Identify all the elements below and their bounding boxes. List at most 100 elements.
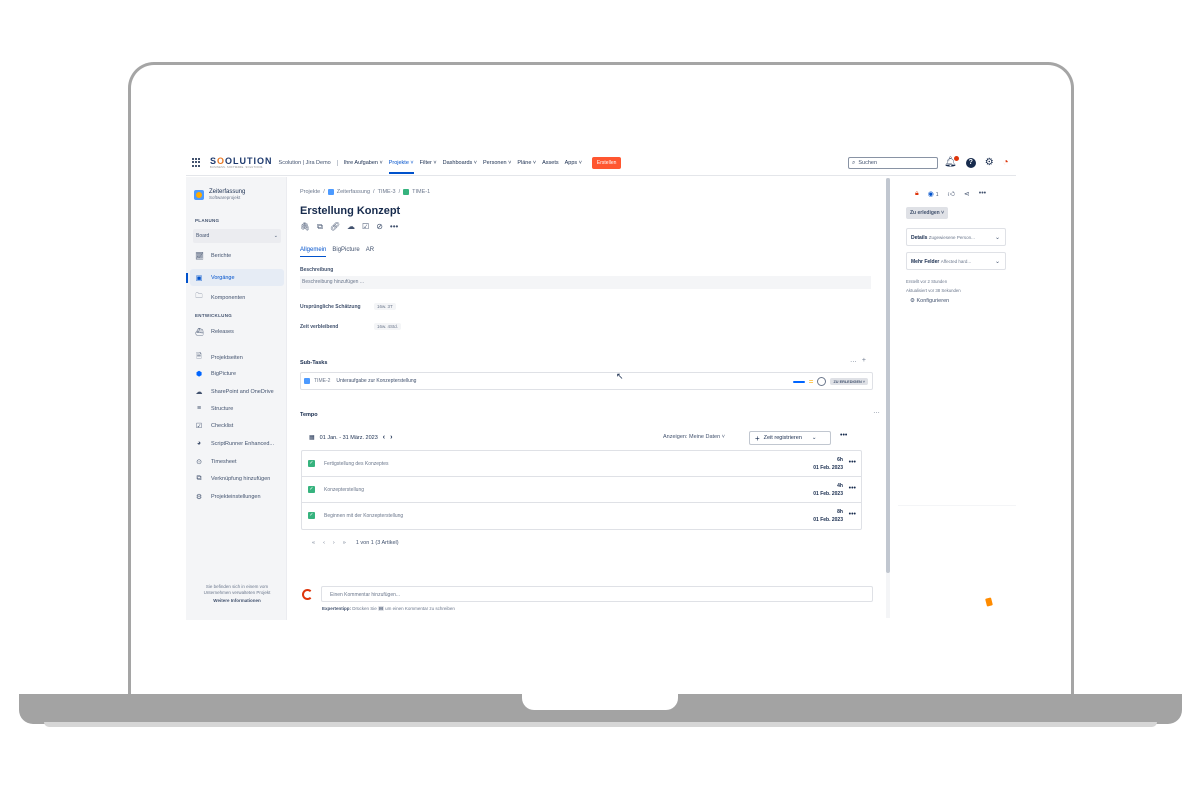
nav-plans[interactable]: Pläne ˅ <box>517 160 536 166</box>
priority-medium-icon: = <box>808 376 814 386</box>
site-name[interactable]: Scolution | Jira Demo <box>279 159 338 166</box>
sidebar-item-issues[interactable]: ▣ Vorgänge <box>195 274 283 282</box>
main-scrollbar[interactable] <box>886 178 890 618</box>
like-icon[interactable]: 👍︎ <box>948 189 955 198</box>
create-button[interactable]: Erstellen <box>591 156 622 169</box>
sidebar-item-releases[interactable]: ⛴︎ Releases <box>195 328 283 336</box>
next-page-icon[interactable]: › <box>333 540 335 546</box>
checklist-icon[interactable]: ☑︎ <box>362 222 369 232</box>
subtask-key[interactable]: TIME-2 <box>314 378 330 384</box>
nav-your-work[interactable]: Ihre Aufgaben ˅ <box>344 160 383 166</box>
log-time-button[interactable]: + Zeit registrieren ⌄ <box>749 431 831 445</box>
lock-icon[interactable]: 🔒︎ <box>915 190 919 198</box>
tab-general[interactable]: Allgemein <box>300 247 327 257</box>
check-icon: ✓ <box>308 460 315 467</box>
search-icon: ⌕ <box>852 159 856 166</box>
first-page-icon[interactable]: « <box>312 540 315 546</box>
notification-bell-icon[interactable]: 🔔︎ <box>944 156 959 168</box>
project-header[interactable]: Zeiterfassung Softwareprojekt <box>194 189 245 200</box>
next-period-icon[interactable]: › <box>390 434 392 441</box>
nav-filters[interactable]: Filter ˅ <box>420 160 437 166</box>
breadcrumb-issue[interactable]: TIME-1 <box>412 189 430 195</box>
sidebar-item-sharepoint[interactable]: ☁︎ SharePoint and OneDrive <box>195 388 283 396</box>
issue-title[interactable]: Erstellung Konzept <box>300 205 400 217</box>
tempo-heading: Tempo <box>300 412 318 418</box>
subtasks-actions[interactable]: …+ <box>850 357 871 364</box>
help-icon[interactable]: ? <box>965 157 976 168</box>
sidebar-item-scriptrunner[interactable]: ◕ ScriptRunner Enhanced... <box>195 440 283 447</box>
worklog-description: Fertigstellung des Konzeptes <box>324 461 389 467</box>
details-panel[interactable]: Details Zugewiesene Person... ⌄ <box>906 228 1006 246</box>
settings-gear-icon[interactable]: ⚙︎ <box>985 157 994 168</box>
status-button[interactable]: Zu erledigen ˅ <box>906 207 949 219</box>
subtask-row[interactable]: TIME-2 Unteraufgabe zur Konzepterstellun… <box>300 372 873 390</box>
breadcrumb-parent[interactable]: TIME-3 <box>378 189 396 195</box>
scrollbar-thumb[interactable] <box>886 178 890 573</box>
brand-logo[interactable]: SOOLUTION BUSINESS. SOFTWARE. SOLUTIONS. <box>210 156 273 169</box>
tempo-more-icon[interactable]: ••• <box>840 432 847 439</box>
row-more-icon[interactable]: ••• <box>849 485 856 492</box>
nav-dashboards[interactable]: Dashboards ˅ <box>443 160 477 166</box>
show-filter[interactable]: Anzeigen: Meine Daten ˅ <box>663 434 725 440</box>
remaining-value[interactable]: 16w. 4Std. <box>374 323 402 330</box>
configure-link[interactable]: ⚙︎ Konfigurieren <box>910 298 949 304</box>
previous-period-icon[interactable]: ‹ <box>383 434 385 441</box>
task-type-icon <box>403 189 410 195</box>
attach-icon[interactable]: 🖇︎ <box>300 222 310 232</box>
more-actions-icon[interactable]: ••• <box>979 190 986 197</box>
subtask-icon[interactable]: ⧉ <box>317 222 323 232</box>
breadcrumb-projects[interactable]: Projekte <box>300 189 320 195</box>
description-field[interactable]: Beschreibung hinzufügen ... <box>300 276 871 289</box>
link-icon[interactable]: 🔗︎ <box>330 222 340 232</box>
watch-icon[interactable]: ◉ 1 <box>928 190 939 198</box>
pagination-info: 1 von 1 (3 Artikel) <box>355 540 399 546</box>
comment-input[interactable]: Einen Kommentar hinzufügen... <box>321 586 873 602</box>
issue-details-panel: 🔒︎ ◉ 1 👍︎ ⋖ ••• Zu erledigen ˅ Details Z… <box>898 177 1016 620</box>
description-label: Beschreibung <box>300 267 334 273</box>
nav-people[interactable]: Personen ˅ <box>483 160 511 166</box>
cloud-icon[interactable]: ☁︎ <box>347 222 355 232</box>
nav-projects[interactable]: Projekte ˅ <box>388 160 414 174</box>
app-switcher-icon[interactable] <box>192 157 202 168</box>
breadcrumb-project[interactable]: Zeiterfassung <box>337 189 370 195</box>
subtask-type-icon <box>304 378 310 384</box>
sidebar-item-reports[interactable]: 📈︎ Berichte <box>195 252 283 260</box>
assignee-avatar[interactable] <box>817 377 827 386</box>
row-more-icon[interactable]: ••• <box>849 511 856 518</box>
nav-assets[interactable]: Assets <box>542 160 559 166</box>
timer-icon[interactable]: ⊘ <box>376 222 383 232</box>
worklog-time: 6h 01 Feb. 2023 <box>813 457 843 471</box>
sidebar-item-structure[interactable]: ≡ Structure <box>195 405 283 412</box>
subtask-summary[interactable]: Unteraufgabe zur Konzepterstellung <box>336 378 416 384</box>
board-select[interactable]: Board ⌄ <box>193 229 281 243</box>
date-range-label[interactable]: 01 Jan. - 31 März. 2023 <box>320 435 378 441</box>
sidebar-item-checklist[interactable]: ☑︎ Checklist <box>195 422 283 430</box>
tempo-actions[interactable]: … <box>873 408 885 415</box>
nav-apps[interactable]: Apps ˅ <box>565 160 582 166</box>
estimate-value[interactable]: 16w. 3T <box>374 303 396 310</box>
progress-bar <box>792 380 805 383</box>
more-fields-panel[interactable]: Mehr Felder Affected hard... ⌄ <box>906 252 1006 270</box>
sidebar-item-bigpicture[interactable]: ⬢ BigPicture <box>195 370 283 378</box>
components-icon: 🗀︎ <box>195 293 203 300</box>
more-info-link[interactable]: Weitere Informationen <box>192 598 282 604</box>
tab-bigpicture[interactable]: BigPicture <box>332 247 359 257</box>
profile-avatar-icon[interactable]: ◔ <box>1003 157 1009 168</box>
sidebar-item-components[interactable]: 🗀︎ Komponenten <box>195 292 283 303</box>
tab-ar[interactable]: AR <box>366 247 374 257</box>
sidebar-item-project-pages[interactable]: 🗎︎ Projektseiten <box>195 352 283 363</box>
sidebar-item-timesheet[interactable]: ⊙ Timesheet <box>195 458 283 466</box>
last-page-icon[interactable]: » <box>343 540 346 546</box>
sidebar-item-add-link[interactable]: ⧉ Verknüpfung hinzufügen <box>195 475 283 483</box>
worklog-row[interactable]: ✓ Beginnen mit der Konzepterstellung 8h 0… <box>302 503 861 529</box>
sidebar-item-project-settings[interactable]: ⚙︎ Projekteinstellungen <box>195 493 283 501</box>
share-icon[interactable]: ⋖ <box>964 190 970 198</box>
row-more-icon[interactable]: ••• <box>849 459 856 466</box>
more-icon[interactable]: ••• <box>390 222 398 232</box>
search-input[interactable]: ⌕ Suchen <box>848 157 938 169</box>
prev-page-icon[interactable]: ‹ <box>323 540 325 546</box>
worklog-row[interactable]: ✓ Konzepterstellung 4h 01 Feb. 2023 ••• <box>302 477 861 503</box>
subtask-status[interactable]: ZU ERLEDIGEN ˅ <box>830 378 868 385</box>
worklog-row[interactable]: ✓ Fertigstellung des Konzeptes 6h 01 Feb.… <box>302 451 861 477</box>
ship-icon: ⛴︎ <box>195 329 204 336</box>
